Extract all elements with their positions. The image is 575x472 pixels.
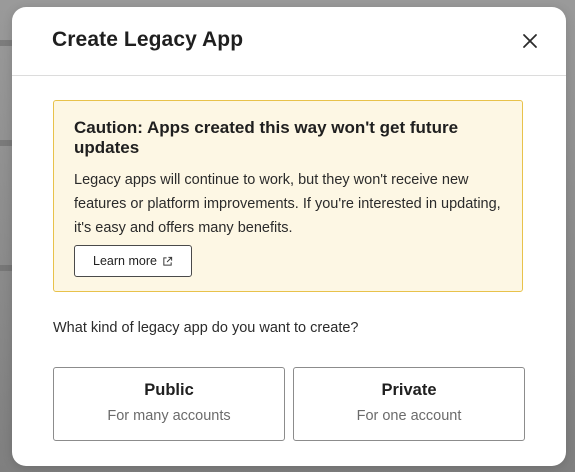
caution-body: Legacy apps will continue to work, but t… bbox=[74, 172, 501, 236]
public-option-title: Public bbox=[144, 381, 194, 399]
create-legacy-app-dialog: Create Legacy App Caution: Apps created … bbox=[12, 7, 566, 466]
app-type-question: What kind of legacy app do you want to c… bbox=[53, 320, 359, 336]
close-button[interactable] bbox=[518, 29, 542, 53]
close-icon bbox=[523, 34, 537, 48]
private-option-subtitle: For one account bbox=[356, 408, 462, 424]
caution-title: Caution: Apps created this way won't get… bbox=[74, 118, 459, 157]
private-app-option[interactable]: Private For one account bbox=[293, 367, 525, 441]
modal-header: Create Legacy App bbox=[12, 7, 566, 76]
public-option-subtitle: For many accounts bbox=[107, 408, 231, 424]
caution-alert: Caution: Apps created this way won't get… bbox=[53, 100, 523, 292]
modal-title: Create Legacy App bbox=[52, 28, 244, 51]
learn-more-label: Learn more bbox=[93, 254, 157, 268]
external-link-icon bbox=[163, 256, 173, 266]
public-app-option[interactable]: Public For many accounts bbox=[53, 367, 285, 441]
private-option-title: Private bbox=[381, 381, 437, 399]
learn-more-button[interactable]: Learn more bbox=[74, 245, 192, 277]
